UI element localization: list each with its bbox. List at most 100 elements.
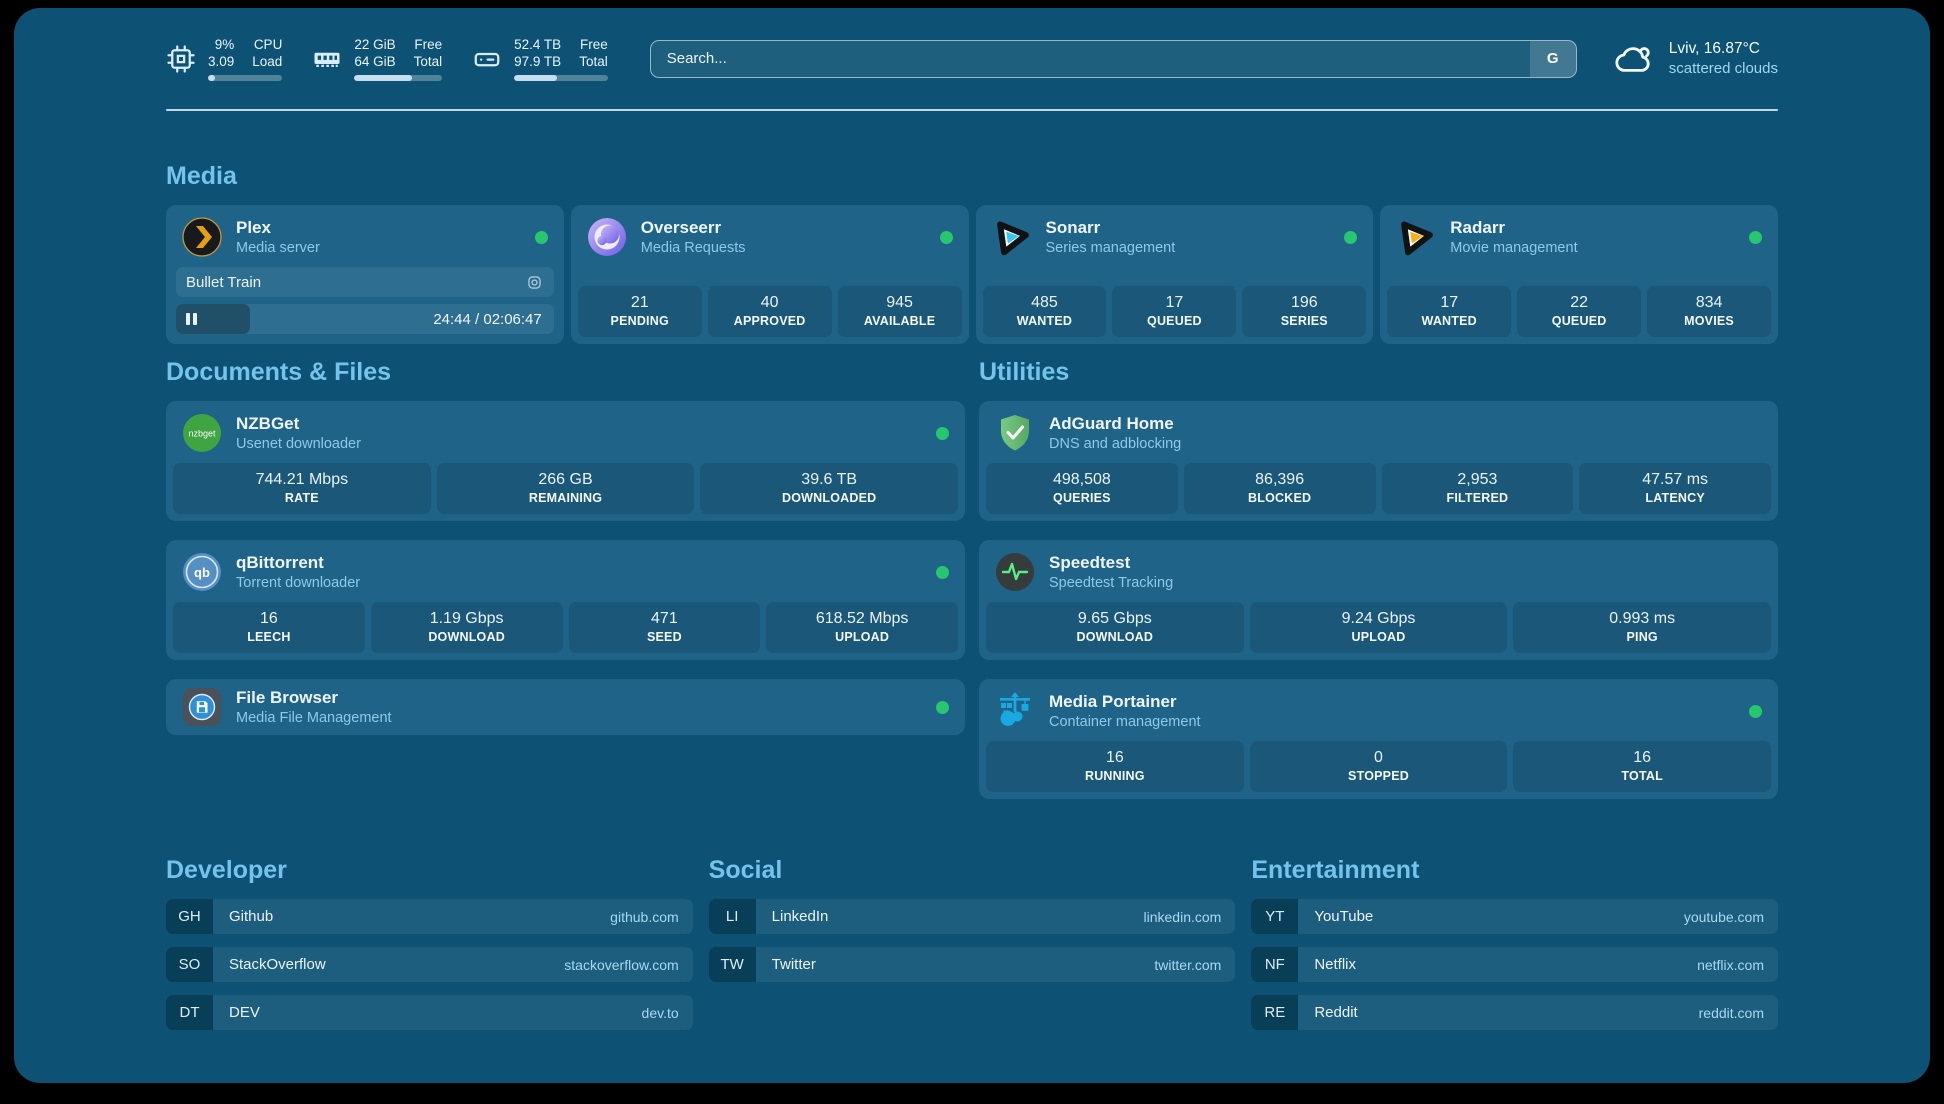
stat-value: 2,953 [1386,471,1570,489]
stat-label: PENDING [582,314,698,328]
search-provider-button[interactable]: G [1530,41,1576,77]
memory-total: 64 GiB [354,53,395,70]
bookmark-url: github.com [610,909,678,925]
app-title: qBittorrent [236,553,922,573]
bookmark-abbr: NF [1251,947,1298,982]
bookmark-twitter[interactable]: TW Twitter twitter.com [709,947,1236,982]
adguard-card[interactable]: AdGuard Home DNS and adblocking 498,508 … [979,401,1778,521]
bookmark-url: reddit.com [1699,1005,1764,1021]
stat-value: 618.52 Mbps [770,610,954,628]
stat-label: SERIES [1246,314,1362,328]
filebrowser-card[interactable]: File Browser Media File Management [166,679,965,735]
bookmark-dev[interactable]: DT DEV dev.to [166,995,693,1030]
disk-label-1: Free [579,36,608,53]
bookmark-abbr: DT [166,995,213,1030]
speedtest-icon [995,552,1035,592]
status-dot [936,701,949,714]
stat-tiles: 9.65 Gbps DOWNLOAD 9.24 Gbps UPLOAD 0.99… [979,600,1778,660]
app-description: Media Requests [641,240,926,256]
radarr-card[interactable]: Radarr Movie management 17 WANTED 22 QUE… [1380,205,1778,344]
stat-value: 9.24 Gbps [1254,610,1504,628]
portainer-card[interactable]: Media Portainer Container management 16 … [979,679,1778,799]
pause-icon [186,313,197,325]
cpu-progress-fill [208,75,215,81]
stat-value: 47.57 ms [1583,471,1767,489]
app-title: Speedtest [1049,553,1762,573]
app-description: DNS and adblocking [1049,436,1762,452]
disk-progress-fill [514,75,557,81]
stat-value: 16 [177,610,361,628]
media-grid: Plex Media server Bullet Train [166,205,1778,344]
bookmark-name: Reddit [1314,1004,1698,1021]
stat-tile: 9.65 Gbps DOWNLOAD [986,602,1244,653]
header-divider [166,109,1778,111]
sonarr-card[interactable]: Sonarr Series management 485 WANTED 17 Q… [976,205,1374,344]
bookmark-github[interactable]: GH Github github.com [166,899,693,934]
bookmark-abbr: LI [709,899,756,934]
stat-label: LATENCY [1583,491,1767,505]
stat-tile: 1.19 Gbps DOWNLOAD [371,602,563,653]
bookmark-reddit[interactable]: RE Reddit reddit.com [1251,995,1778,1030]
cpu-label-1: CPU [252,36,282,53]
bookmark-stackoverflow[interactable]: SO StackOverflow stackoverflow.com [166,947,693,982]
stat-value: 266 GB [441,471,691,489]
overseerr-card[interactable]: Overseerr Media Requests 21 PENDING 40 A… [571,205,969,344]
stat-label: AVAILABLE [842,314,958,328]
app-description: Media server [236,240,521,256]
bookmarks-developer: Developer GH Github github.com SO StackO… [166,855,693,1030]
memory-label-1: Free [414,36,443,53]
bookmark-abbr: RE [1251,995,1298,1030]
plex-card[interactable]: Plex Media server Bullet Train [166,205,564,344]
app-title: Plex [236,218,521,238]
qbittorrent-card[interactable]: qb qBittorrent Torrent downloader [166,540,965,660]
bookmark-abbr: GH [166,899,213,934]
stat-tile: 17 WANTED [1387,286,1511,337]
speedtest-card[interactable]: Speedtest Speedtest Tracking 9.65 Gbps D… [979,540,1778,660]
stat-value: 498,508 [990,471,1174,489]
disk-free: 52.4 TB [514,36,561,53]
stat-value: 744.21 Mbps [177,471,427,489]
stat-tile: 16 RUNNING [986,741,1244,792]
section-title-documents: Documents & Files [166,357,965,387]
bookmark-name: DEV [229,1004,642,1021]
bookmark-youtube[interactable]: YT YouTube youtube.com [1251,899,1778,934]
stat-tile: 16 LEECH [173,602,365,653]
qbittorrent-icon: qb [182,552,222,592]
bookmark-name: LinkedIn [772,908,1144,925]
stat-value: 485 [987,294,1103,312]
stat-value: 0 [1254,749,1504,767]
stat-tiles: 485 WANTED 17 QUEUED 196 SERIES [976,284,1374,344]
status-dot [535,231,548,244]
stat-tile: 16 TOTAL [1513,741,1771,792]
app-title: Sonarr [1046,218,1331,238]
bookmark-linkedin[interactable]: LI LinkedIn linkedin.com [709,899,1236,934]
cpu-icon [166,44,196,74]
memory-progress-fill [354,75,412,81]
stat-label: QUEUED [1116,314,1232,328]
nzbget-card[interactable]: nzbget NZBGet Usenet downloader 74 [166,401,965,521]
stat-label: MOVIES [1651,314,1767,328]
stat-tile: 39.6 TB DOWNLOADED [700,463,958,514]
bookmark-abbr: TW [709,947,756,982]
section-title-developer: Developer [166,855,693,885]
bookmark-name: Twitter [772,956,1155,973]
bookmark-name: Github [229,908,610,925]
stat-tile: 17 QUEUED [1112,286,1236,337]
stat-value: 0.993 ms [1517,610,1767,628]
stat-label: QUERIES [990,491,1174,505]
stat-tile: 471 SEED [569,602,761,653]
stat-value: 21 [582,294,698,312]
stat-value: 22 [1521,294,1637,312]
stat-value: 17 [1116,294,1232,312]
plex-playback-progress: 24:44 / 02:06:47 [176,304,554,334]
bookmark-netflix[interactable]: NF Netflix netflix.com [1251,947,1778,982]
sonarr-icon [992,217,1032,257]
memory-labels: Free Total [414,36,443,70]
stat-value: 17 [1391,294,1507,312]
search-input[interactable] [650,40,1577,78]
svg-text:nzbget: nzbget [188,429,216,439]
nzbget-icon: nzbget [182,413,222,453]
plex-now-playing-title: Bullet Train [186,274,525,291]
stat-tile: 9.24 Gbps UPLOAD [1250,602,1508,653]
stat-label: DOWNLOAD [375,630,559,644]
